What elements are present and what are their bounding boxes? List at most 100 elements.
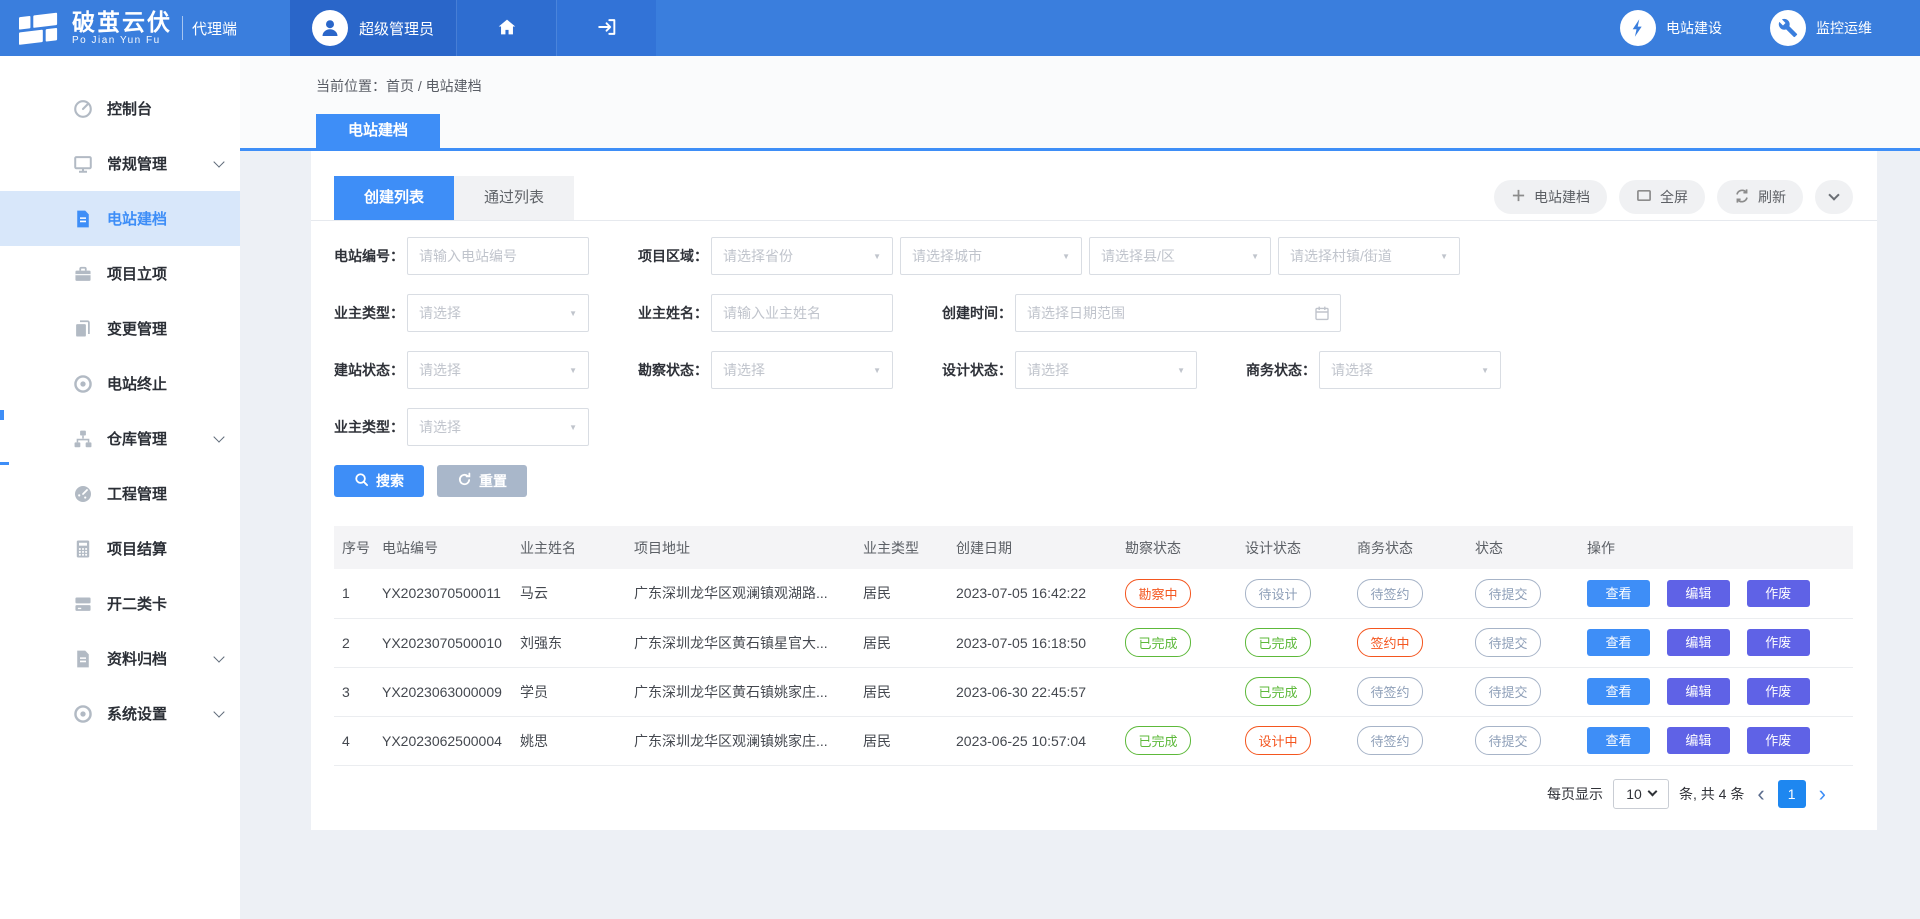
owner-type-select[interactable]: 请选择▼ [407, 294, 589, 332]
sidebar-item-project-initiation[interactable]: 项目立项 [0, 246, 240, 301]
view-button[interactable]: 查看 [1587, 629, 1650, 656]
sidebar-item-station-archive[interactable]: 电站建档 [0, 191, 240, 246]
lightning-icon [1620, 10, 1656, 46]
refresh-button[interactable]: 刷新 [1717, 180, 1803, 214]
topbar: 当前位置：首页 / 电站建档 电站建档 [240, 56, 1920, 148]
col-design: 设计状态 [1237, 526, 1349, 569]
chevron-down-icon [213, 706, 224, 717]
sidebar-item-general-mgmt[interactable]: 常规管理 [0, 136, 240, 191]
page-tab-station-archive[interactable]: 电站建档 [316, 114, 440, 148]
village-select[interactable]: 请选择村镇/街道▼ [1278, 237, 1460, 275]
owner-name-input[interactable] [711, 294, 893, 332]
sidebar-item-engineering-mgmt[interactable]: 工程管理 [0, 466, 240, 521]
sitemap-icon [72, 428, 94, 450]
void-button[interactable]: 作废 [1747, 678, 1810, 705]
col-code: 电站编号 [374, 526, 512, 569]
status-badge: 已完成 [1125, 628, 1191, 657]
home-button[interactable] [456, 0, 556, 56]
caret-icon: ▼ [569, 309, 577, 318]
design-status-select[interactable]: 请选择▼ [1015, 351, 1197, 389]
calendar-icon [1314, 305, 1330, 324]
filter-form: 电站编号： 项目区域： 请选择省份▼ 请选择城市▼ 请选择县/区▼ 请选择村镇 [311, 221, 1877, 497]
status-badge: 设计中 [1245, 726, 1311, 755]
nav-station-build[interactable]: 电站建设 [1620, 10, 1722, 46]
survey-status-select[interactable]: 请选择▼ [711, 351, 893, 389]
edit-button[interactable]: 编辑 [1667, 580, 1730, 607]
sidebar-item-warehouse-mgmt[interactable]: 仓库管理 [0, 411, 240, 466]
caret-icon: ▼ [873, 252, 881, 261]
wrench-icon [1770, 10, 1806, 46]
status-badge: 待签约 [1357, 677, 1423, 706]
void-button[interactable]: 作废 [1747, 629, 1810, 656]
owner-type2-select[interactable]: 请选择▼ [407, 408, 589, 446]
col-business: 商务状态 [1349, 526, 1467, 569]
status-badge: 待提交 [1475, 677, 1541, 706]
void-button[interactable]: 作废 [1747, 727, 1810, 754]
chevron-down-icon [213, 156, 224, 167]
date-range-input[interactable] [1015, 294, 1341, 332]
brand-title: 破茧云伏 [72, 10, 172, 35]
province-select[interactable]: 请选择省份▼ [711, 237, 893, 275]
page-number[interactable]: 1 [1778, 780, 1806, 808]
panel-card: 创建列表 通过列表 电站建档 全屏 刷新 [311, 151, 1877, 830]
sidebar-item-station-terminate[interactable]: 电站终止 [0, 356, 240, 411]
logout-button[interactable] [556, 0, 656, 56]
add-station-button[interactable]: 电站建档 [1494, 180, 1607, 214]
owner-type-label: 业主类型： [334, 303, 407, 323]
sidebar-item-data-archive[interactable]: 资料归档 [0, 631, 240, 686]
col-survey: 勘察状态 [1117, 526, 1237, 569]
sidebar-item-system-settings[interactable]: 系统设置 [0, 686, 240, 741]
nav-monitor-ops[interactable]: 监控运维 [1770, 10, 1872, 46]
void-button[interactable]: 作废 [1747, 580, 1810, 607]
copy-icon [72, 318, 94, 340]
edit-button[interactable]: 编辑 [1667, 678, 1730, 705]
prev-page-button[interactable]: ‹ [1754, 783, 1767, 805]
search-button[interactable]: 搜索 [334, 465, 424, 497]
status-badge: 签约中 [1357, 628, 1423, 657]
business-status-label: 商务状态： [1246, 360, 1319, 380]
logout-icon [596, 16, 618, 41]
app-header: 破茧云伏 Po Jian Yun Fu 代理端 超级管理员 [0, 0, 1920, 56]
create-time-label: 创建时间： [942, 303, 1015, 323]
tab-create-list[interactable]: 创建列表 [334, 176, 454, 220]
design-status-label: 设计状态： [942, 360, 1015, 380]
status-badge: 待提交 [1475, 726, 1541, 755]
status-badge: 已完成 [1125, 726, 1191, 755]
sidebar-item-change-mgmt[interactable]: 变更管理 [0, 301, 240, 356]
fullscreen-button[interactable]: 全屏 [1619, 180, 1705, 214]
region-label: 项目区域： [638, 246, 711, 266]
edit-button[interactable]: 编辑 [1667, 629, 1730, 656]
collapse-button[interactable] [1815, 180, 1853, 214]
plus-icon [1511, 188, 1526, 206]
sidebar-item-project-settlement[interactable]: 项目结算 [0, 521, 240, 576]
reset-button[interactable]: 重置 [437, 465, 527, 497]
breadcrumb-path[interactable]: 首页 / 电站建档 [386, 78, 482, 94]
build-status-select[interactable]: 请选择▼ [407, 351, 589, 389]
view-button[interactable]: 查看 [1587, 727, 1650, 754]
city-select[interactable]: 请选择城市▼ [900, 237, 1082, 275]
list-tabs: 创建列表 通过列表 [334, 176, 574, 220]
sidebar-item-open-card[interactable]: 开二类卡 [0, 576, 240, 631]
owner-name-label: 业主姓名： [638, 303, 711, 323]
portal-label: 代理端 [192, 18, 237, 39]
avatar [312, 10, 348, 46]
county-select[interactable]: 请选择县/区▼ [1089, 237, 1271, 275]
station-code-input[interactable] [407, 237, 589, 275]
status-badge: 待提交 [1475, 628, 1541, 657]
page-size-select[interactable]: 10 [1613, 779, 1669, 809]
brand-logo-icon [16, 8, 62, 48]
view-button[interactable]: 查看 [1587, 678, 1650, 705]
business-status-select[interactable]: 请选择▼ [1319, 351, 1501, 389]
tab-passed-list[interactable]: 通过列表 [454, 176, 574, 220]
caret-icon: ▼ [1177, 366, 1185, 375]
col-address: 项目地址 [626, 526, 855, 569]
caret-icon: ▼ [569, 423, 577, 432]
edit-button[interactable]: 编辑 [1667, 727, 1730, 754]
view-button[interactable]: 查看 [1587, 580, 1650, 607]
user-menu[interactable]: 超级管理员 [290, 0, 456, 56]
document-icon [72, 648, 94, 670]
reset-icon [457, 472, 472, 490]
search-icon [354, 472, 369, 490]
next-page-button[interactable]: › [1816, 783, 1829, 805]
sidebar-item-console[interactable]: 控制台 [0, 81, 240, 136]
